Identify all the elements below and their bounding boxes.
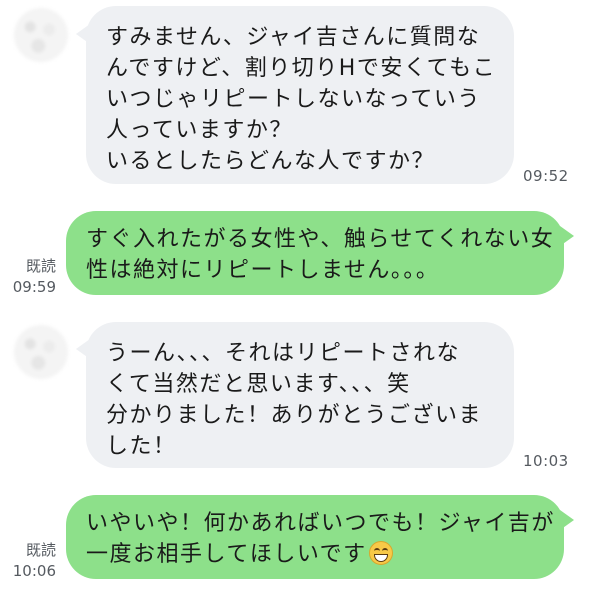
message-line: 一度お相手してほしいです bbox=[86, 539, 544, 570]
message-line: くて当然だと思います、、、笑 bbox=[106, 372, 411, 397]
bubble-tail bbox=[560, 510, 574, 530]
message-timestamp: 10:06 bbox=[12, 562, 56, 580]
read-receipt: 既読 bbox=[25, 257, 56, 275]
message-text: 一度お相手してほしいです bbox=[86, 542, 367, 567]
message-line: いつじゃリピートしないなっていう bbox=[106, 87, 481, 112]
message-timestamp: 10:03 bbox=[523, 452, 569, 470]
message-line: 人っていますか？ bbox=[106, 118, 293, 143]
message-bubble-incoming[interactable]: すみません、ジャイ吉さんに質問な んですけど、割り切りHで安くてもこ いつじゃリ… bbox=[86, 6, 514, 184]
message-line: した！ bbox=[106, 434, 177, 459]
message-line: いやいや！何かあればいつでも！ジャイ吉が bbox=[86, 511, 555, 536]
message-line: すみません、ジャイ吉さんに質問な bbox=[106, 25, 481, 50]
message-bubble-outgoing[interactable]: すぐ入れたがる女性や、触らせてくれない女 性は絶対にリピートしません。。。 bbox=[66, 211, 564, 295]
message-bubble-outgoing[interactable]: いやいや！何かあればいつでも！ジャイ吉が 一度お相手してほしいです bbox=[66, 495, 564, 579]
message-line: んですけど、割り切りHで安くてもこ bbox=[106, 56, 497, 81]
message-line: 分かりました！ありがとうございま bbox=[106, 403, 483, 428]
bubble-tail bbox=[560, 226, 574, 246]
message-bubble-incoming[interactable]: うーん、、、それはリピートされな くて当然だと思います、、、笑 分かりました！あ… bbox=[86, 322, 514, 468]
sender-avatar[interactable] bbox=[14, 325, 68, 379]
message-line: いるとしたらどんな人ですか？ bbox=[106, 149, 436, 174]
grinning-face-emoji bbox=[368, 541, 393, 565]
message-meta: 既読 10:06 bbox=[8, 540, 56, 582]
message-timestamp: 09:52 bbox=[523, 167, 569, 185]
message-line: 性は絶対にリピートしません。。。 bbox=[86, 258, 440, 283]
message-meta: 既読 09:59 bbox=[8, 256, 56, 298]
sender-avatar[interactable] bbox=[14, 8, 68, 62]
message-line: うーん、、、それはリピートされな bbox=[106, 341, 461, 366]
message-line: すぐ入れたがる女性や、触らせてくれない女 bbox=[86, 227, 555, 252]
read-receipt: 既読 bbox=[25, 541, 56, 559]
message-timestamp: 09:59 bbox=[12, 278, 56, 296]
